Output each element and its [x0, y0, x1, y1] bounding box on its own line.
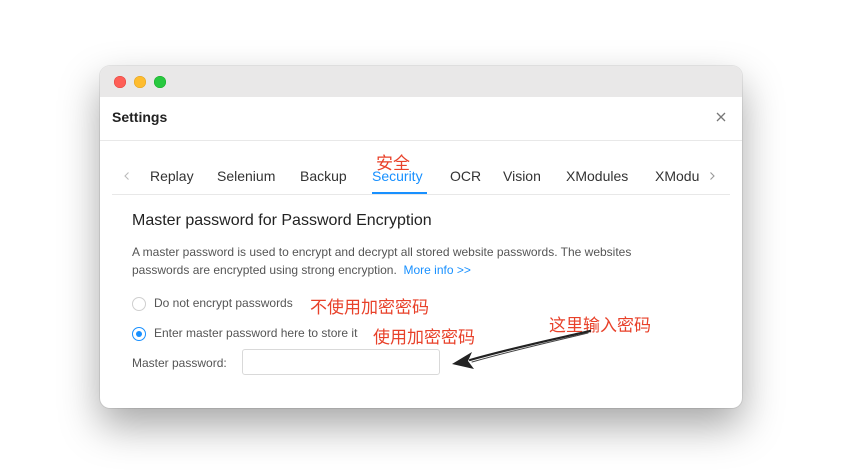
close-icon[interactable] [714, 109, 728, 123]
chevron-left-icon[interactable] [120, 168, 134, 182]
window-maximize-button[interactable] [154, 76, 166, 88]
master-password-input[interactable] [242, 349, 440, 375]
tab-list: Replay Selenium Backup Security OCR Visi… [136, 162, 708, 194]
tab-xmodules[interactable]: XModules [566, 168, 628, 184]
tab-vision[interactable]: Vision [503, 168, 541, 184]
radio-label: Enter master password here to store it [154, 326, 358, 340]
password-label: Master password: [132, 356, 227, 370]
tab-replay[interactable]: Replay [150, 168, 194, 184]
annotation-security: 安全 [376, 154, 410, 174]
tab-ocr[interactable]: OCR [450, 168, 481, 184]
annotation-enter-here: 这里输入密码 [549, 316, 651, 336]
tab-bar: Replay Selenium Backup Security OCR Visi… [112, 162, 730, 195]
window-close-button[interactable] [114, 76, 126, 88]
chevron-right-icon[interactable] [705, 168, 719, 182]
more-info-link[interactable]: More info >> [403, 263, 470, 277]
tab-backup[interactable]: Backup [300, 168, 347, 184]
dialog-header: Settings [100, 97, 742, 141]
radio-button[interactable] [132, 297, 146, 311]
description-text: A master password is used to encrypt and… [132, 245, 632, 277]
radio-button-checked[interactable] [132, 327, 146, 341]
settings-window: Settings Replay Selenium Backup Security… [100, 66, 742, 408]
dialog-title: Settings [112, 109, 168, 125]
section-description: A master password is used to encrypt and… [132, 243, 692, 279]
title-bar [100, 66, 742, 97]
radio-label: Do not encrypt passwords [154, 296, 293, 310]
tab-selenium[interactable]: Selenium [217, 168, 275, 184]
annotation-use-encrypt: 使用加密密码 [373, 328, 475, 348]
section-title: Master password for Password Encryption [132, 212, 432, 229]
tab-xmodules-2[interactable]: XModu [655, 168, 699, 184]
active-tab-indicator [372, 192, 427, 194]
annotation-no-encrypt: 不使用加密密码 [310, 298, 429, 318]
window-minimize-button[interactable] [134, 76, 146, 88]
